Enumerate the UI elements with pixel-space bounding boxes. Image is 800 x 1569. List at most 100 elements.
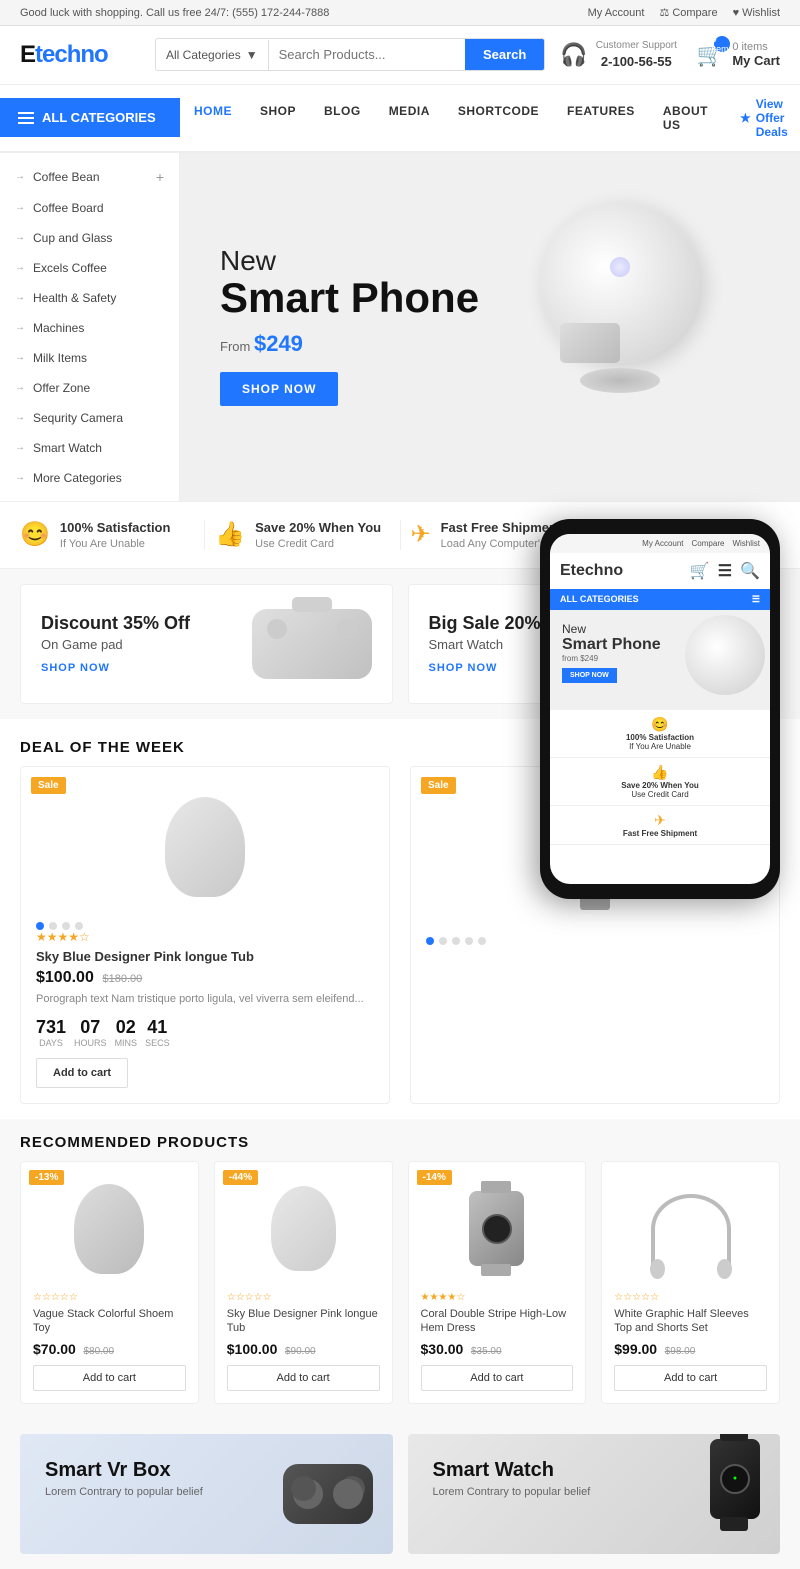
chevron-down-icon: ▼	[246, 48, 258, 62]
countdown: 731 Days 07 Hours 02 Mins 41 Secs	[36, 1017, 374, 1048]
plane-icon: ✈	[411, 520, 431, 549]
product-stars-4: ☆☆☆☆☆	[614, 1292, 767, 1303]
sidebar-item-machines[interactable]: → Machines	[0, 313, 179, 343]
category-dropdown[interactable]: All Categories ▼	[156, 40, 269, 70]
product-price-3: $30.00	[421, 1341, 464, 1357]
arrow-icon: →	[15, 472, 25, 483]
arrow-icon: →	[15, 382, 25, 393]
countdown-secs: 41 Secs	[145, 1017, 170, 1048]
phone-plane-icon: ✈	[560, 812, 760, 829]
countdown-days: 731 Days	[36, 1017, 66, 1048]
search-input[interactable]	[269, 39, 465, 70]
hero-banner: New Smart Phone From $249 SHOP NOW	[180, 153, 800, 501]
dot	[62, 922, 70, 930]
feature-save: 👍 Save 20% When You Use Credit Card	[215, 520, 389, 550]
main-content-row: → Coffee Bean + → Coffee Board → Cup and…	[0, 153, 800, 501]
plus-icon: +	[156, 169, 164, 185]
hero-shop-now-button[interactable]: SHOP NOW	[220, 372, 338, 406]
logo: Etechno	[20, 41, 140, 69]
wishlist-link[interactable]: ♥ Wishlist	[733, 7, 780, 19]
watch-shape-rec	[469, 1191, 524, 1266]
products-row: -13% ☆☆☆☆☆ Vague Stack Colorful Shoem To…	[0, 1161, 800, 1404]
headphone-icon: 🎧	[560, 42, 587, 68]
sidebar-item-offer-zone[interactable]: → Offer Zone	[0, 373, 179, 403]
smile-icon: 😊	[20, 520, 50, 549]
nav-media[interactable]: Media	[375, 92, 444, 144]
promo-discount-1: Discount 35% Off	[41, 613, 190, 634]
nav-links: Home Shop Blog Media Shortcode Features …	[180, 92, 722, 144]
product-img-3	[421, 1174, 574, 1284]
product-add-cart-2[interactable]: Add to cart	[227, 1365, 380, 1391]
compare-link[interactable]: ⚖ Compare	[659, 6, 717, 19]
sidebar-item-coffee-board[interactable]: → Coffee Board	[0, 193, 179, 223]
sidebar-item-coffee-bean[interactable]: → Coffee Bean +	[0, 161, 179, 193]
promo-shop-now-1[interactable]: SHOP NOW	[41, 662, 190, 674]
mobile-preview: My Account Compare Wishlist Etechno 🛒 ☰ …	[540, 519, 780, 899]
arrow-icon: →	[15, 232, 25, 243]
nav-features[interactable]: Features	[553, 92, 649, 144]
sidebar-item-excels-coffee[interactable]: → Excels Coffee	[0, 253, 179, 283]
deal-old-price-1: $180.00	[102, 973, 142, 985]
sidebar-item-cup-glass[interactable]: → Cup and Glass	[0, 223, 179, 253]
product-img-4	[614, 1174, 767, 1284]
product-old-price-1: $80.00	[83, 1346, 114, 1357]
search-button[interactable]: Search	[465, 39, 544, 70]
sidebar-item-milk[interactable]: → Milk Items	[0, 343, 179, 373]
product-stars-2: ☆☆☆☆☆	[227, 1292, 380, 1303]
search-area: All Categories ▼ Search	[155, 38, 545, 71]
nav-shortcode[interactable]: Shortcode	[444, 92, 553, 144]
hero-title-big: Smart Phone	[220, 275, 479, 321]
nav-shop[interactable]: Shop	[246, 92, 310, 144]
phone-cart-icon: 🛒	[690, 561, 710, 581]
deal-dots-2	[426, 937, 764, 945]
top-bar-actions: My Account ⚖ Compare ♥ Wishlist	[588, 6, 780, 19]
sidebar-item-more-categories[interactable]: → More Categories	[0, 463, 179, 493]
product-add-cart-3[interactable]: Add to cart	[421, 1365, 574, 1391]
vr-headset-decoration	[283, 1464, 373, 1524]
feature-satisfaction: 😊 100% Satisfaction If You Are Unable	[20, 520, 194, 550]
phone-feature-3: ✈ Fast Free Shipment	[550, 806, 770, 845]
nav-home[interactable]: Home	[180, 92, 246, 144]
promo-subtitle-1: On Game pad	[41, 637, 190, 652]
product-add-cart-4[interactable]: Add to cart	[614, 1365, 767, 1391]
product-price-2: $100.00	[227, 1341, 278, 1357]
product-add-cart-1[interactable]: Add to cart	[33, 1365, 186, 1391]
countdown-hours: 07 Hours	[74, 1017, 107, 1048]
sidebar-item-smart-watch[interactable]: → Smart Watch	[0, 433, 179, 463]
phone-menu-icon: ☰	[718, 561, 732, 581]
product-card-2: -44% ☆☆☆☆☆ Sky Blue Designer Pink longue…	[214, 1161, 393, 1404]
dot	[478, 937, 486, 945]
watch-banner-title: Smart Watch	[433, 1459, 756, 1482]
product-stars-1: ☆☆☆☆☆	[33, 1292, 186, 1303]
headphones-shape-rec	[651, 1194, 731, 1264]
sidebar-item-security-camera[interactable]: → Sequrity Camera	[0, 403, 179, 433]
sidebar-item-health-safety[interactable]: → Health & Safety	[0, 283, 179, 313]
deal-dots-1	[36, 922, 374, 930]
phone-hero-button[interactable]: SHOP NOW	[562, 668, 617, 683]
nav-blog[interactable]: Blog	[310, 92, 375, 144]
bottom-banners: Smart Vr Box Lorem Contrary to popular b…	[0, 1419, 800, 1569]
product-card-1: -13% ☆☆☆☆☆ Vague Stack Colorful Shoem To…	[20, 1161, 199, 1404]
phone-feature-1: 😊 100% Satisfaction If You Are Unable	[550, 710, 770, 758]
support-info: 🎧 Customer Support 2-100-56-55	[560, 38, 677, 72]
dot	[426, 937, 434, 945]
cart-info[interactable]: 🛒 0 items 0 items My Cart	[697, 41, 780, 68]
compare-icon: ⚖	[659, 6, 669, 19]
offer-deals-link[interactable]: ★ View Offer Deals	[722, 85, 800, 151]
product-old-price-3: $35.00	[471, 1346, 502, 1357]
speaker-shape-rec	[74, 1184, 144, 1274]
all-categories-nav[interactable]: ALL CATEGORIES	[0, 98, 180, 137]
recommended-section: RECOMMENDED PRODUCTS -13% ☆☆☆☆☆ Vague St…	[0, 1119, 800, 1419]
nav-about[interactable]: About Us	[649, 92, 722, 144]
my-account-link[interactable]: My Account	[588, 7, 645, 19]
arrow-icon: →	[15, 352, 25, 363]
hero-content: New Smart Phone From $249 SHOP NOW	[220, 247, 479, 406]
watch-banner-subtitle: Lorem Contrary to popular belief	[433, 1486, 756, 1498]
dot	[49, 922, 57, 930]
feature-divider	[204, 520, 205, 550]
top-bar-message: Good luck with shopping. Call us free 24…	[20, 7, 329, 19]
arrow-icon: →	[15, 171, 25, 182]
deal-name-1: Sky Blue Designer Pink longue Tub	[36, 949, 374, 964]
product-img-1	[33, 1174, 186, 1284]
add-to-cart-btn-1[interactable]: Add to cart	[36, 1058, 128, 1088]
